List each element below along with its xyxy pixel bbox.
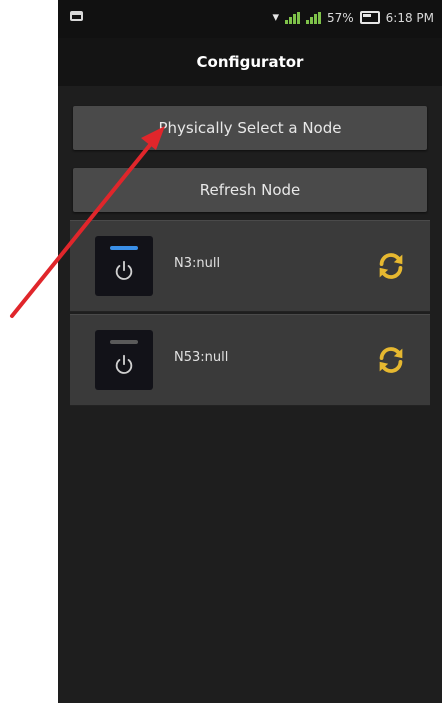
clock-time: 6:18 PM	[385, 10, 434, 25]
phone-screen: ▾ 57% 6:18 PM Configurator Physically Se…	[58, 0, 442, 703]
power-icon	[115, 354, 133, 374]
status-bar: ▾ 57% 6:18 PM	[58, 0, 442, 38]
wifi-icon: ▾	[272, 10, 279, 25]
power-icon	[115, 260, 133, 280]
node-led-indicator	[110, 340, 138, 344]
app-title-bar: Configurator	[58, 38, 442, 86]
status-indicators: ▾ 57% 6:18 PM	[272, 10, 434, 25]
select-node-button[interactable]: Physically Select a Node	[73, 106, 427, 150]
notification-icon	[70, 11, 83, 21]
screenshot-page: ▾ 57% 6:18 PM Configurator Physically Se…	[0, 0, 442, 703]
battery-icon	[359, 11, 380, 24]
signal-icon-2	[305, 11, 321, 24]
node-tile	[95, 330, 153, 390]
node-label: N3:null	[174, 256, 221, 271]
signal-icon	[284, 11, 300, 24]
battery-percent: 57%	[326, 10, 354, 25]
node-tile	[95, 236, 153, 296]
select-node-button-label: Physically Select a Node	[158, 119, 342, 137]
node-led-indicator	[110, 246, 138, 250]
refresh-node-button[interactable]: Refresh Node	[73, 168, 427, 212]
main-content: Physically Select a Node Refresh Node N3…	[58, 86, 442, 703]
refresh-node-button-label: Refresh Node	[199, 181, 301, 199]
sync-icon[interactable]	[374, 249, 408, 283]
sync-icon[interactable]	[374, 343, 408, 377]
node-list-item[interactable]: N53:null	[70, 314, 430, 406]
page-title: Configurator	[196, 53, 304, 71]
node-label: N53:null	[174, 350, 229, 365]
node-list-item[interactable]: N3:null	[70, 220, 430, 312]
